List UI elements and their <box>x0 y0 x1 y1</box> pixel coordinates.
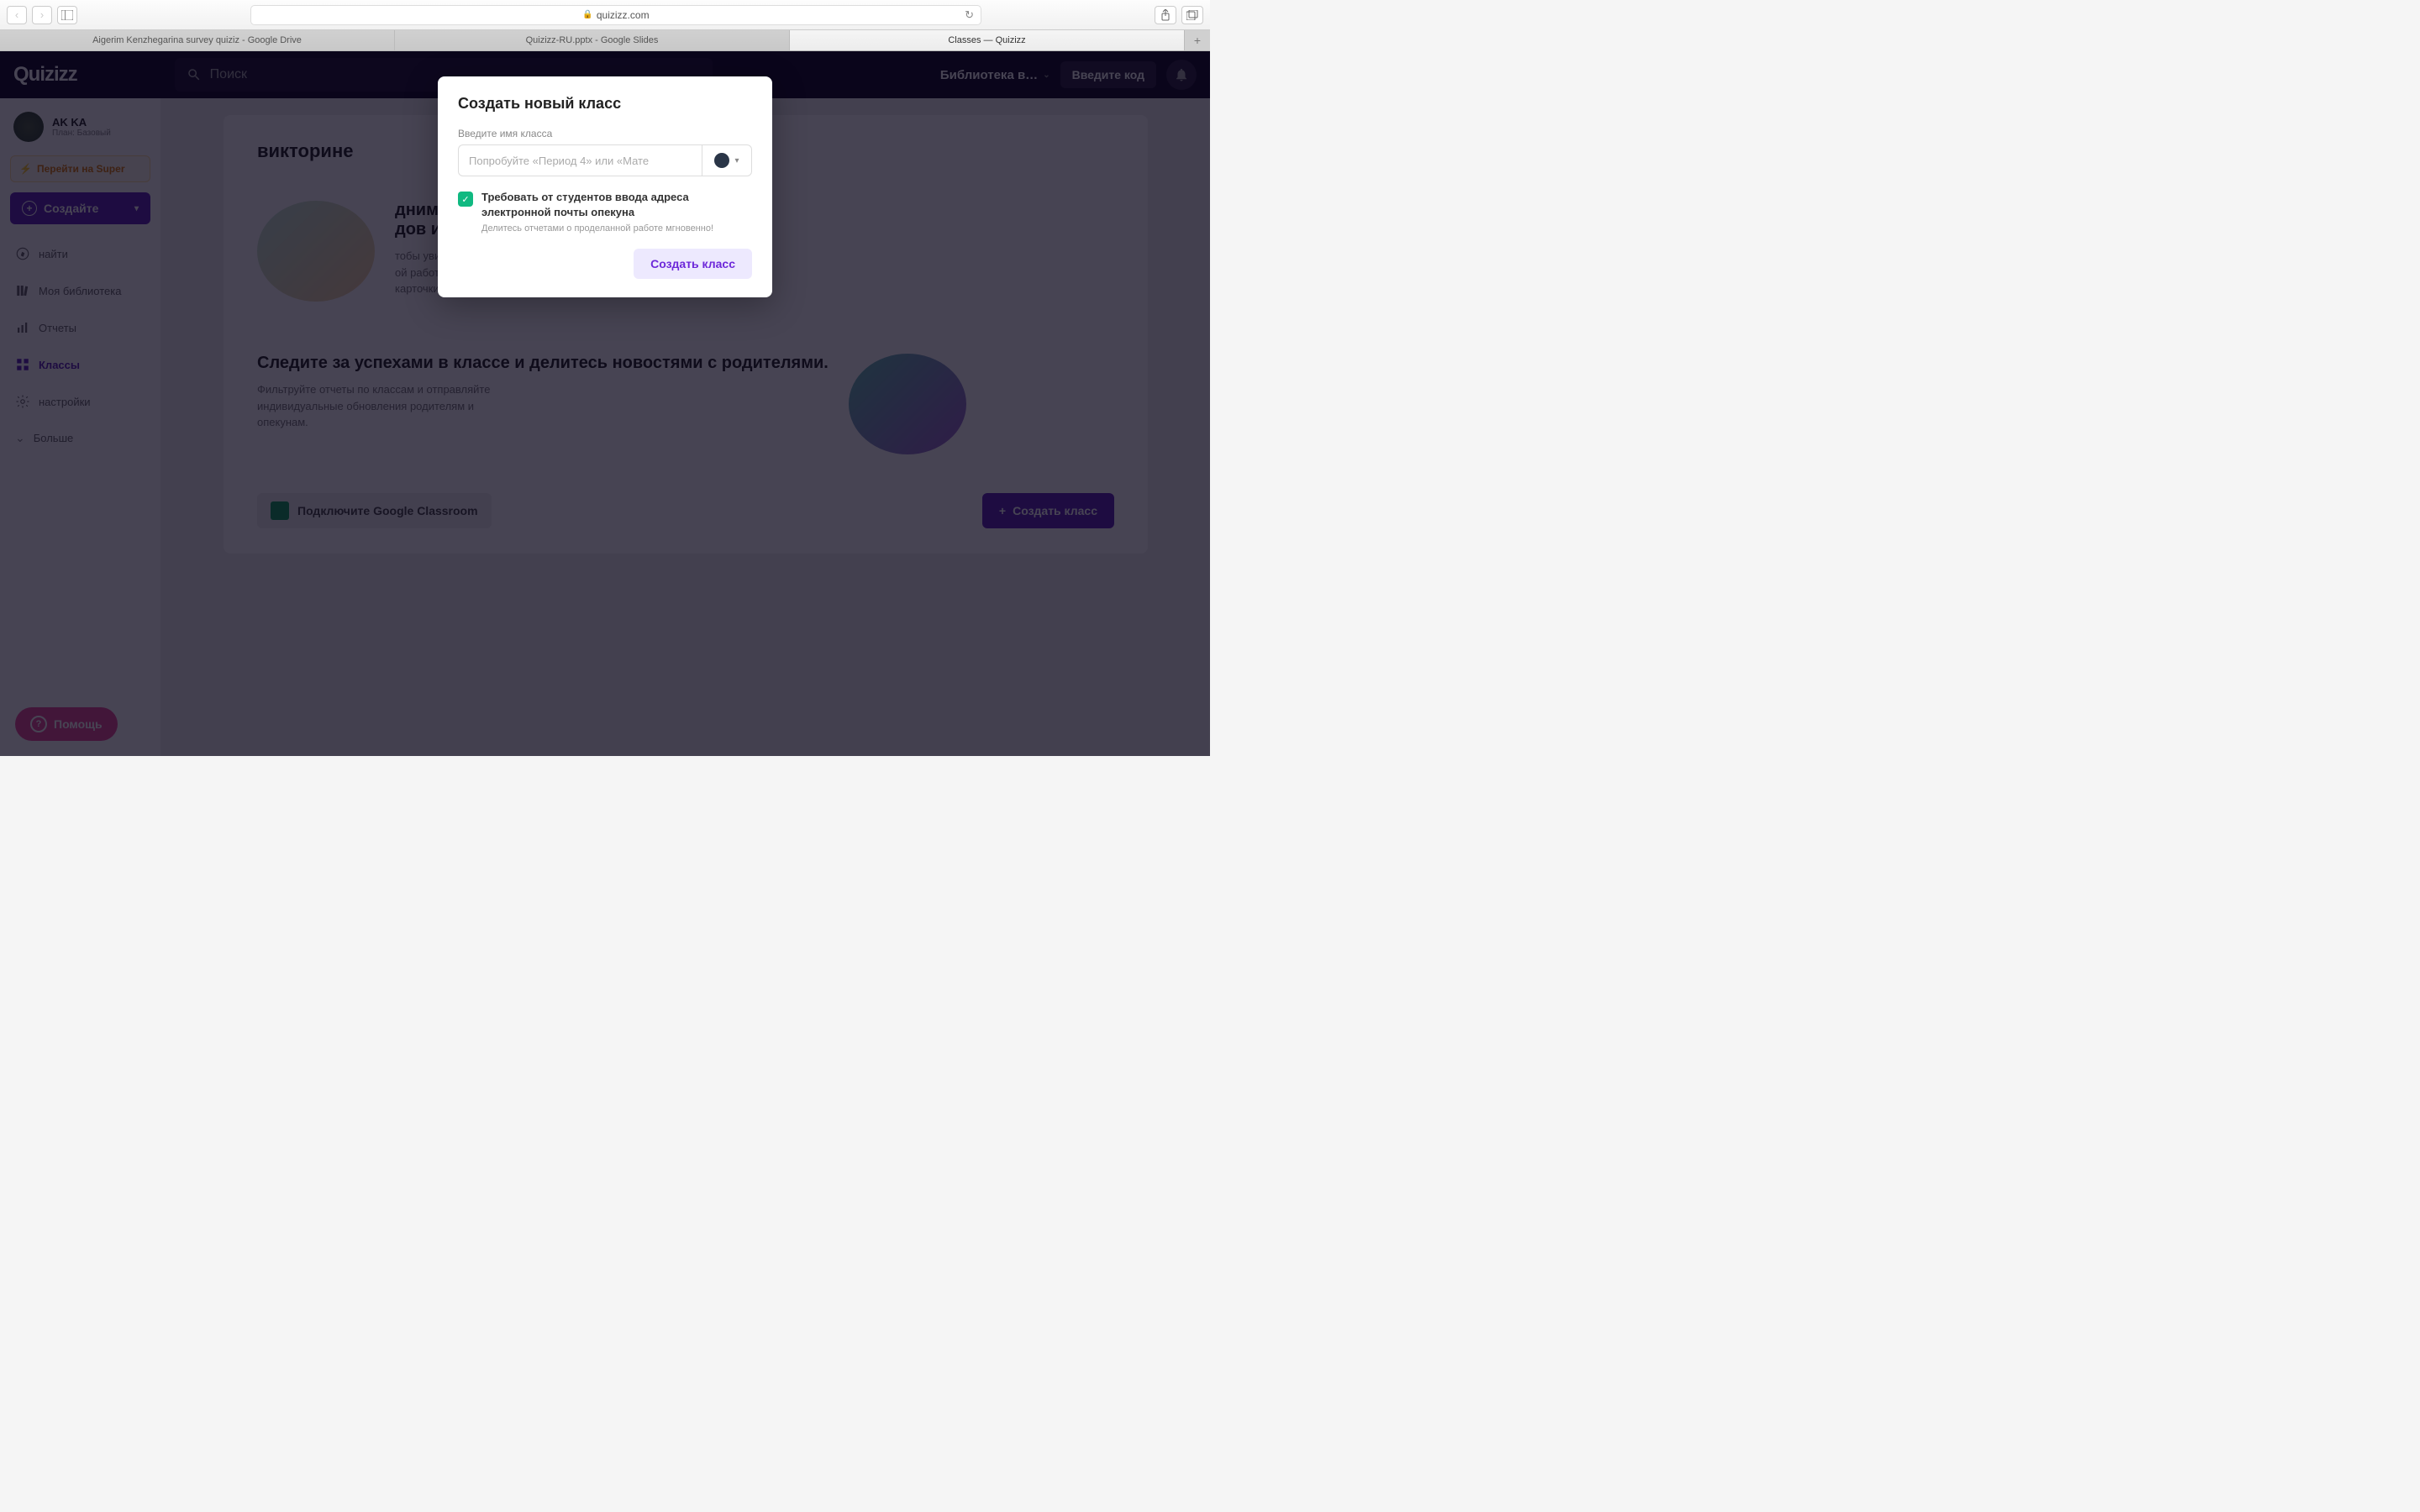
tabs-button[interactable] <box>1181 6 1203 24</box>
url-bar[interactable]: 🔒 quizizz.com ↻ <box>250 5 981 25</box>
checkbox-sublabel: Делитесь отчетами о проделанной работе м… <box>481 223 752 234</box>
modal-input-label: Введите имя класса <box>458 128 752 139</box>
chevron-down-icon: ▾ <box>734 156 739 165</box>
modal-title: Создать новый класс <box>458 95 752 113</box>
browser-tab[interactable]: Aigerim Kenzhegarina survey quiziz - Goo… <box>0 30 395 50</box>
sidebar-toggle-button[interactable] <box>57 6 77 24</box>
color-dot <box>714 153 729 168</box>
checkbox-label: Требовать от студентов ввода адреса элек… <box>481 190 752 220</box>
color-picker[interactable]: ▾ <box>702 144 752 176</box>
url-text: quizizz.com <box>597 9 650 21</box>
require-email-checkbox[interactable]: ✓ <box>458 192 473 207</box>
browser-tab[interactable]: Quizizz-RU.pptx - Google Slides <box>395 30 790 50</box>
share-button[interactable] <box>1155 6 1176 24</box>
class-name-input[interactable] <box>458 144 702 176</box>
modal-overlay[interactable]: Создать новый класс Введите имя класса ▾… <box>0 51 1210 756</box>
create-class-modal: Создать новый класс Введите имя класса ▾… <box>438 76 772 297</box>
browser-toolbar: ‹ › 🔒 quizizz.com ↻ <box>0 0 1210 30</box>
new-tab-button[interactable]: + <box>1185 30 1210 50</box>
reload-icon[interactable]: ↻ <box>965 8 974 22</box>
back-button[interactable]: ‹ <box>7 6 27 24</box>
lock-icon: 🔒 <box>582 10 592 19</box>
browser-tab-active[interactable]: Classes — Quizizz <box>790 30 1185 50</box>
create-class-submit-button[interactable]: Создать класс <box>634 249 752 279</box>
browser-tab-bar: Aigerim Kenzhegarina survey quiziz - Goo… <box>0 30 1210 51</box>
forward-button[interactable]: › <box>32 6 52 24</box>
